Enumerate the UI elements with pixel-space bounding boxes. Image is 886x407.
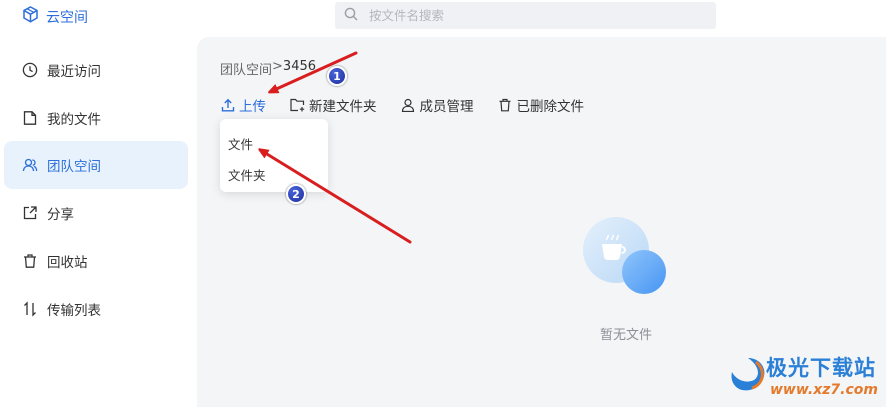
breadcrumb-separator: > <box>272 59 283 74</box>
breadcrumb: 团队空间 > 3456 <box>220 59 316 78</box>
transfer-icon <box>21 301 38 318</box>
sidebar-item-label: 传输列表 <box>47 303 101 319</box>
clock-icon <box>21 62 38 79</box>
upload-button[interactable]: 上传 <box>220 95 266 115</box>
sidebar-item-my-files[interactable]: 我的文件 <box>4 94 188 142</box>
watermark-logo-icon <box>726 354 770 402</box>
sidebar: 最近访问 我的文件 团队空间 分享 回收站 传输列表 <box>0 34 196 407</box>
user-icon <box>401 98 416 113</box>
step-badge-2: 2 <box>286 184 306 204</box>
member-management-button[interactable]: 成员管理 <box>401 95 474 115</box>
watermark-title: 极光下载站 <box>766 356 876 380</box>
deleted-files-label: 已删除文件 <box>516 99 585 115</box>
new-folder-button[interactable]: 新建文件夹 <box>290 95 377 115</box>
sidebar-item-label: 最近访问 <box>47 64 101 80</box>
empty-state-text: 暂无文件 <box>599 328 652 343</box>
sidebar-item-label: 回收站 <box>47 255 88 271</box>
sidebar-item-label: 分享 <box>47 207 74 223</box>
member-management-label: 成员管理 <box>419 99 474 115</box>
trash-icon <box>21 253 38 270</box>
upload-label: 上传 <box>239 99 266 115</box>
search-input[interactable] <box>369 8 699 23</box>
sidebar-item-label: 我的文件 <box>47 112 101 128</box>
new-folder-label: 新建文件夹 <box>309 99 377 115</box>
sidebar-item-transfer-list[interactable]: 传输列表 <box>4 285 188 333</box>
step-badge-1: 1 <box>327 66 347 86</box>
sidebar-item-recycle-bin[interactable]: 回收站 <box>4 237 188 285</box>
empty-state-illustration <box>576 212 676 312</box>
share-icon <box>21 205 38 222</box>
app-logo[interactable]: 云空间 <box>22 6 88 27</box>
menu-item-folder[interactable]: 文件夹 <box>228 165 266 184</box>
deleted-files-button[interactable]: 已删除文件 <box>498 95 585 115</box>
new-folder-icon <box>290 98 305 113</box>
watermark: 极光下载站 www.xz7.com <box>726 350 886 407</box>
document-icon <box>21 110 38 127</box>
breadcrumb-current: 3456 <box>282 59 317 74</box>
search-icon <box>344 6 358 25</box>
search-box[interactable] <box>335 2 716 29</box>
team-icon <box>21 157 38 174</box>
header: 云空间 <box>0 0 886 34</box>
app-title: 云空间 <box>46 9 88 26</box>
cloud-box-icon <box>22 6 39 27</box>
sidebar-item-label: 团队空间 <box>47 159 101 175</box>
sidebar-item-team-space[interactable]: 团队空间 <box>4 141 188 189</box>
breadcrumb-root[interactable]: 团队空间 <box>220 59 272 78</box>
trash-icon <box>498 98 513 113</box>
upload-dropdown-menu: 文件 文件夹 <box>220 119 328 192</box>
sidebar-item-share[interactable]: 分享 <box>4 189 188 237</box>
app-window: 云空间 最近访问 <box>0 0 886 407</box>
upload-icon <box>220 98 235 113</box>
menu-item-file[interactable]: 文件 <box>228 134 253 153</box>
sidebar-item-recent[interactable]: 最近访问 <box>4 46 188 94</box>
watermark-url: www.xz7.com <box>770 382 878 398</box>
toolbar: 上传 新建文件夹 成员管理 已删除文件 <box>220 95 608 115</box>
